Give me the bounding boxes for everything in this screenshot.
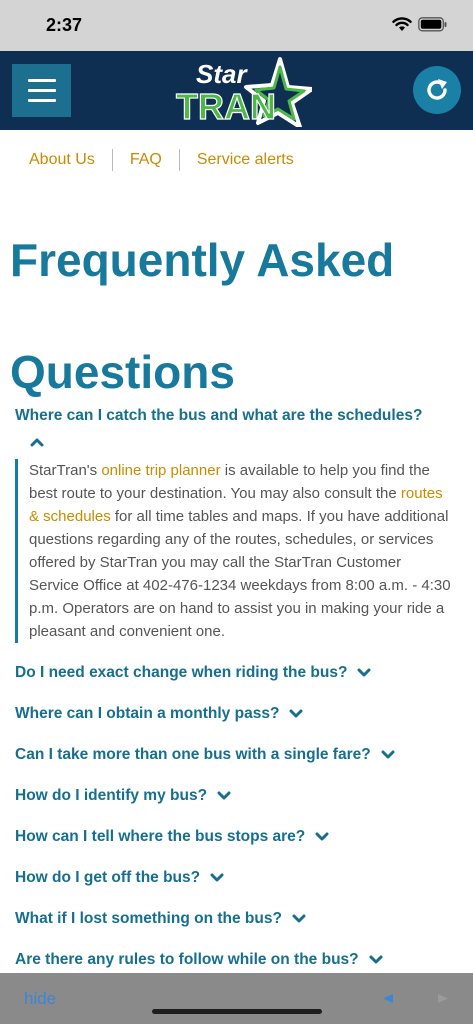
hamburger-line bbox=[27, 99, 56, 102]
faq-question-collapsed[interactable]: How do I identify my bus? bbox=[0, 785, 473, 807]
answer-text: for all time tables and maps. If you hav… bbox=[29, 508, 451, 640]
chevron-down-icon[interactable] bbox=[289, 709, 303, 719]
faq-question-text: How do I identify my bus? bbox=[15, 787, 208, 804]
chevron-down-icon[interactable] bbox=[292, 914, 306, 924]
status-bar: 2:37 bbox=[0, 0, 473, 51]
app-header: Star TRAN bbox=[0, 51, 473, 130]
nav-faq[interactable]: FAQ bbox=[113, 149, 180, 171]
chevron-down-icon[interactable] bbox=[217, 791, 231, 801]
chevron-down-icon[interactable] bbox=[369, 955, 383, 965]
previous-arrow-icon[interactable] bbox=[383, 994, 393, 1003]
faq-question-collapsed[interactable]: How can I tell where the bus stops are? bbox=[0, 826, 473, 848]
faq-answer: StarTran's online trip planner is availa… bbox=[15, 459, 455, 643]
secondary-nav: About Us FAQ Service alerts bbox=[0, 146, 473, 174]
faq-question-collapsed[interactable]: Do I need exact change when riding the b… bbox=[0, 662, 473, 684]
status-time: 2:37 bbox=[46, 15, 83, 35]
hide-button[interactable]: hide bbox=[24, 989, 56, 1009]
faq-question-text: What if I lost something on the bus? bbox=[15, 910, 282, 927]
faq-item-open: Where can I catch the bus and what are t… bbox=[0, 405, 473, 643]
refresh-icon bbox=[427, 79, 447, 100]
wifi-icon bbox=[392, 17, 412, 31]
faq-question-collapsed[interactable]: What if I lost something on the bus? bbox=[0, 908, 473, 930]
faq-question-text: Do I need exact change when riding the b… bbox=[15, 664, 348, 681]
logo-text-tran: TRAN bbox=[176, 86, 276, 127]
chevron-down-icon[interactable] bbox=[315, 832, 329, 842]
startran-logo[interactable]: Star TRAN bbox=[172, 55, 312, 127]
faq-question-collapsed[interactable]: Can I take more than one bus with a sing… bbox=[0, 744, 473, 766]
trip-planner-link[interactable]: online trip planner bbox=[101, 462, 220, 479]
hamburger-line bbox=[27, 89, 56, 92]
answer-text: StarTran's bbox=[29, 462, 102, 479]
faq-question-collapsed[interactable]: Where can I obtain a monthly pass? bbox=[0, 703, 473, 725]
faq-list: Where can I catch the bus and what are t… bbox=[0, 405, 473, 971]
faq-question-text: Where can I obtain a monthly pass? bbox=[15, 705, 280, 722]
menu-button[interactable] bbox=[12, 64, 71, 117]
bottom-toolbar: hide bbox=[0, 973, 473, 1024]
chevron-down-icon[interactable] bbox=[381, 750, 395, 760]
faq-question-collapsed[interactable]: Are there any rules to follow while on t… bbox=[0, 949, 473, 971]
faq-question[interactable]: Where can I catch the bus and what are t… bbox=[0, 405, 473, 427]
chevron-down-icon[interactable] bbox=[357, 668, 371, 678]
page-title: Frequently Asked Questions bbox=[10, 234, 395, 398]
home-indicator bbox=[152, 1009, 322, 1014]
faq-question-text: Are there any rules to follow while on t… bbox=[15, 951, 359, 968]
faq-question-text: How can I tell where the bus stops are? bbox=[15, 828, 306, 845]
nav-about-us[interactable]: About Us bbox=[0, 149, 113, 171]
next-arrow-icon[interactable] bbox=[438, 994, 448, 1003]
faq-question-collapsed[interactable]: How do I get off the bus? bbox=[0, 867, 473, 889]
faq-question-text: Can I take more than one bus with a sing… bbox=[15, 746, 371, 763]
chevron-down-icon[interactable] bbox=[210, 873, 224, 883]
battery-icon bbox=[418, 17, 447, 32]
faq-question-text: How do I get off the bus? bbox=[15, 869, 201, 886]
chevron-up-icon[interactable] bbox=[30, 437, 44, 447]
refresh-button[interactable] bbox=[413, 66, 461, 114]
logo-text-star: Star bbox=[196, 59, 248, 89]
hamburger-line bbox=[27, 79, 56, 82]
nav-service-alerts[interactable]: Service alerts bbox=[180, 149, 311, 171]
